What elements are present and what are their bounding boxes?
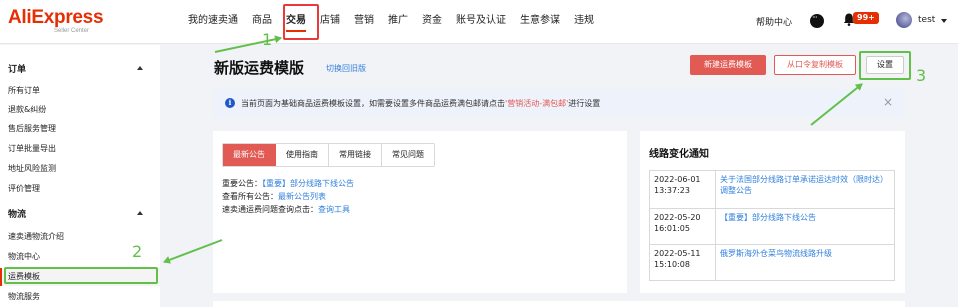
row-date: 2022-05-20 16:01:05 — [649, 208, 716, 245]
nav-marketing[interactable]: 营销 — [354, 14, 374, 28]
sidebar-item-logistics-center[interactable]: 物流中心 — [8, 251, 40, 262]
sidebar-item-reviews[interactable]: 评价管理 — [8, 183, 40, 194]
sidebar-item-order-export[interactable]: 订单批量导出 — [8, 143, 56, 154]
notice-link[interactable]: 【重要】部分线路下线公告 — [262, 179, 354, 188]
row-title-link[interactable]: 俄罗斯海外仓菜鸟物流线路升级 — [715, 244, 895, 281]
aliexpress-logo[interactable]: AliExpress Seller Center — [8, 7, 104, 35]
sidebar-section-logistics[interactable]: 物流 — [8, 207, 26, 220]
page-title: 新版运费模版 — [214, 59, 305, 77]
table-row: 2022-05-11 15:10:08 俄罗斯海外仓菜鸟物流线路升级 — [649, 244, 895, 281]
nav-promotion[interactable]: 推广 — [388, 14, 408, 28]
table-row: 2022-05-20 16:01:05 【重要】部分线路下线公告 — [649, 208, 895, 245]
annotation-number-1: 1 — [262, 30, 273, 49]
notice-tabs: 最新公告 使用指南 常用链接 常见问题 — [222, 143, 435, 167]
info-text-before: 当前页面为基础商品运费模板设置，如需要设置多件商品运费满包邮请点击 — [241, 99, 505, 108]
bottom-panel — [213, 301, 905, 307]
sidebar-item-all-orders[interactable]: 所有订单 — [8, 85, 40, 96]
route-card-title: 线路变化通知 — [649, 149, 709, 160]
notice-card: 最新公告 使用指南 常用链接 常见问题 重要公告：【重要】部分线路下线公告 查看… — [213, 131, 627, 293]
info-promo-link[interactable]: '营销活动-满包邮' — [505, 99, 568, 108]
info-banner: i 当前页面为基础商品运费模板设置，如需要设置多件商品运费满包邮请点击'营销活动… — [213, 89, 905, 117]
nav-products[interactable]: 商品 — [252, 14, 272, 28]
route-change-card: 线路变化通知 2022-06-01 13:37:23 关于法国部分线路订单承诺运… — [640, 131, 905, 293]
info-text: 当前页面为基础商品运费模板设置，如需要设置多件商品运费满包邮请点击'营销活动-满… — [241, 98, 600, 109]
info-icon: i — [225, 98, 235, 108]
nav-trade-highlight — [283, 4, 319, 40]
row-date: 2022-06-01 13:37:23 — [649, 170, 716, 209]
notification-badge: 99+ — [853, 12, 879, 24]
notice-row-important: 重要公告：【重要】部分线路下线公告 — [222, 178, 354, 189]
route-change-table: 2022-06-01 13:37:23 关于法国部分线路订单承诺运达时效（限时达… — [649, 170, 895, 281]
caret-down-icon[interactable] — [941, 19, 947, 23]
user-name[interactable]: test — [918, 15, 935, 25]
notice-link[interactable]: 最新公告列表 — [278, 192, 326, 201]
notice-label: 速卖通运费问题查询点击： — [222, 205, 318, 214]
chevron-up-icon[interactable] — [137, 66, 143, 70]
tab-common-links[interactable]: 常用链接 — [329, 144, 382, 166]
sidebar-item-address-risk[interactable]: 地址风险监测 — [8, 163, 56, 174]
notice-row-all: 查看所有公告：最新公告列表 — [222, 191, 326, 202]
close-icon[interactable]: × — [883, 95, 893, 109]
logo-text: AliExpress — [8, 7, 104, 28]
tab-faq[interactable]: 常见问题 — [382, 144, 434, 166]
nav-violations[interactable]: 违规 — [574, 14, 594, 28]
row-date: 2022-05-11 15:10:08 — [649, 244, 716, 281]
sidebar: 订单 所有订单 退款&纠纷 售后服务管理 订单批量导出 地址风险监测 评价管理 … — [0, 45, 160, 307]
nav-account[interactable]: 账号及认证 — [456, 14, 506, 28]
chevron-up-icon[interactable] — [137, 211, 143, 215]
notice-label: 重要公告： — [222, 179, 262, 188]
switch-old-version-link[interactable]: 切换回旧版 — [326, 63, 366, 74]
nav-business-advisor[interactable]: 生意参谋 — [520, 14, 560, 28]
sidebar-item-after-sales[interactable]: 售后服务管理 — [8, 123, 56, 134]
nav-funds[interactable]: 资金 — [422, 14, 442, 28]
table-row: 2022-06-01 13:37:23 关于法国部分线路订单承诺运达时效（限时达… — [649, 170, 895, 209]
nav-my-aliexpress[interactable]: 我的速卖通 — [188, 14, 238, 28]
settings-highlight — [859, 51, 911, 80]
info-text-after: 进行设置 — [568, 99, 601, 108]
row-title-link[interactable]: 关于法国部分线路订单承诺运达时效（限时达）调整公告 — [715, 170, 895, 209]
chat-icon[interactable] — [810, 13, 824, 28]
help-center-link[interactable]: 帮助中心 — [756, 15, 792, 28]
annotation-number-3: 3 — [916, 66, 927, 85]
sidebar-item-refunds[interactable]: 退款&纠纷 — [8, 104, 46, 115]
notice-row-query: 速卖通运费问题查询点击：查询工具 — [222, 204, 350, 215]
top-nav: 我的速卖通 商品 交易 店铺 营销 推广 资金 账号及认证 生意参谋 违规 — [188, 14, 608, 32]
logo-subtitle: Seller Center — [54, 28, 90, 34]
annotation-number-2: 2 — [132, 242, 143, 261]
sidebar-highlight — [4, 267, 158, 284]
sidebar-item-logistics-intro[interactable]: 速卖通物流介绍 — [8, 231, 64, 242]
notice-link[interactable]: 查询工具 — [318, 205, 350, 214]
top-header: AliExpress Seller Center 我的速卖通 商品 交易 店铺 … — [0, 0, 958, 44]
tab-latest-notices[interactable]: 最新公告 — [223, 144, 276, 166]
nav-store[interactable]: 店铺 — [320, 14, 340, 28]
tab-user-guide[interactable]: 使用指南 — [276, 144, 329, 166]
notice-label: 查看所有公告： — [222, 192, 278, 201]
sidebar-section-orders[interactable]: 订单 — [8, 62, 26, 75]
new-template-button[interactable]: 新建运费模板 — [690, 55, 766, 75]
copy-from-code-button[interactable]: 从口令复制模板 — [774, 55, 856, 75]
sidebar-item-logistics-service[interactable]: 物流服务 — [8, 291, 40, 302]
row-title-link[interactable]: 【重要】部分线路下线公告 — [715, 208, 895, 245]
avatar[interactable] — [896, 12, 912, 28]
